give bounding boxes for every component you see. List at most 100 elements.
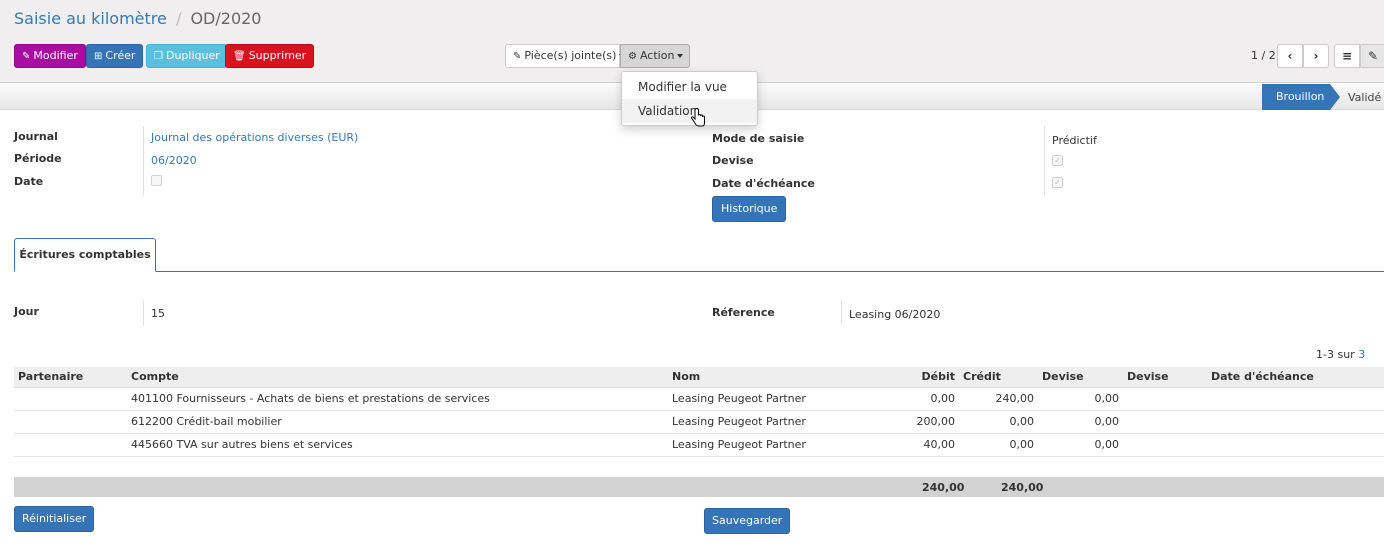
attachments-label: Pièce(s) jointe(s) [524,49,617,62]
cell-credit[interactable]: 0,00 [959,410,1038,434]
periode-value[interactable]: 06/2020 [151,154,197,167]
cell-date-echeance[interactable] [1207,433,1384,457]
cell-devise[interactable]: 0,00 [1038,387,1123,411]
date-label: Date [14,175,44,188]
table-header-row: Partenaire Compte Nom Débit Crédit Devis… [14,367,1384,388]
table-row[interactable]: 445660 TVA sur autres biens et services … [14,433,1384,457]
breadcrumb: Saisie au kilomètre / OD/2020 [14,9,261,28]
journal-label: Journal [14,130,58,143]
table-row[interactable]: 401100 Fournisseurs - Achats de biens et… [14,387,1384,411]
jour-value[interactable]: 15 [151,307,165,320]
date-checkbox[interactable] [151,175,162,186]
supprimer-button[interactable]: 🗑 Supprimer [225,44,315,68]
creer-button[interactable]: ⊞ Créer [86,44,144,68]
column-header-credit[interactable]: Crédit [959,367,1038,388]
total-debit: 240,00 [922,481,965,494]
status-valide[interactable]: Validé [1348,91,1381,104]
field-divider [143,300,144,326]
action-label: Action [639,49,675,62]
tab-ecritures-comptables[interactable]: Écritures comptables [14,238,156,272]
trash-icon: 🗑 [233,51,246,62]
cell-nom[interactable]: Leasing Peugeot Partner [668,387,886,411]
devise-checkbox[interactable]: ✓ [1052,155,1063,166]
cell-devise-2[interactable] [1123,433,1207,457]
cell-credit[interactable]: 240,00 [959,387,1038,411]
column-header-partenaire[interactable]: Partenaire [14,367,127,388]
breadcrumb-parent[interactable]: Saisie au kilomètre [14,9,167,28]
mode-value: Prédictif [1052,134,1097,147]
status-brouillon[interactable]: Brouillon [1262,84,1330,110]
edit-icon: ✎ [22,51,31,62]
creer-label: Créer [105,49,136,62]
pager-previous-button[interactable]: ‹ [1277,44,1303,68]
column-header-date-echeance[interactable]: Date d'échéance [1207,367,1384,388]
status-arrow [1330,84,1340,110]
cell-devise[interactable]: 0,00 [1038,433,1123,457]
chevron-right-icon: › [1313,49,1319,63]
list-pager: 1-3 sur 3 [1316,348,1365,361]
sauvegarder-button[interactable]: Sauvegarder [704,508,791,534]
cell-date-echeance[interactable] [1207,387,1384,411]
periode-label: Période [14,152,62,165]
form-view-icon: ✎ [1367,49,1379,63]
field-divider [1044,126,1045,196]
cell-devise-2[interactable] [1123,387,1207,411]
cell-devise-2[interactable] [1123,410,1207,434]
plus-square-icon: ⊞ [94,51,103,62]
dupliquer-button[interactable]: ❐ Dupliquer [146,44,228,68]
historique-button[interactable]: Historique [712,196,787,222]
cell-compte[interactable]: 401100 Fournisseurs - Achats de biens et… [127,387,668,411]
supprimer-label: Supprimer [248,49,307,62]
list-pager-total[interactable]: 3 [1358,348,1365,361]
modifier-label: Modifier [33,49,78,62]
paperclip-icon: ✎ [513,51,522,62]
cell-debit[interactable]: 40,00 [886,433,959,457]
reference-value[interactable]: Leasing 06/2020 [849,308,940,321]
mode-label: Mode de saisie [712,132,805,145]
cell-debit[interactable]: 200,00 [886,410,959,434]
cell-partenaire[interactable] [14,387,127,411]
cell-compte[interactable]: 445660 TVA sur autres biens et services [127,433,668,457]
reinitialiser-button[interactable]: Réinitialiser [14,506,95,532]
list-view-icon: ≡ [1341,49,1353,63]
field-divider [841,300,842,326]
cell-devise[interactable]: 0,00 [1038,410,1123,434]
list-view-button[interactable]: ≡ [1334,44,1360,68]
cell-compte[interactable]: 612200 Crédit-bail mobilier [127,410,668,434]
chevron-left-icon: ‹ [1287,49,1293,63]
form-view-button[interactable]: ✎ [1360,44,1384,68]
cell-nom[interactable]: Leasing Peugeot Partner [668,410,886,434]
modifier-button[interactable]: ✎ Modifier [14,44,86,68]
column-header-compte[interactable]: Compte [127,367,668,388]
column-header-devise-2[interactable]: Devise [1123,367,1207,388]
pager-value[interactable]: 1 / 2 [1251,49,1276,62]
pager-next-button[interactable]: › [1303,44,1329,68]
breadcrumb-separator: / [175,9,182,28]
gear-icon: ⚙ [628,51,637,62]
menu-item-modifier-la-vue[interactable]: Modifier la vue [622,75,757,99]
devise-label: Devise [712,154,754,167]
caret-down-icon [677,54,684,58]
hand-cursor-icon [690,108,705,127]
journal-value[interactable]: Journal des opérations diverses (EUR) [151,131,358,144]
dupliquer-label: Dupliquer [165,49,220,62]
table-row[interactable]: 612200 Crédit-bail mobilier Leasing Peug… [14,410,1384,434]
total-credit: 240,00 [1001,481,1044,494]
attachments-button[interactable]: ✎ Pièce(s) jointe(s) [505,44,626,68]
column-header-devise[interactable]: Devise [1038,367,1123,388]
jour-label: Jour [14,305,39,318]
column-header-debit[interactable]: Débit [886,367,959,388]
cell-date-echeance[interactable] [1207,410,1384,434]
cell-partenaire[interactable] [14,410,127,434]
column-header-nom[interactable]: Nom [668,367,886,388]
ecritures-table: Partenaire Compte Nom Débit Crédit Devis… [14,367,1384,457]
cell-debit[interactable]: 0,00 [886,387,959,411]
cell-credit[interactable]: 0,00 [959,433,1038,457]
echeance-checkbox[interactable]: ✓ [1052,177,1063,188]
field-divider [143,126,144,196]
cell-nom[interactable]: Leasing Peugeot Partner [668,433,886,457]
copy-icon: ❐ [154,51,163,62]
action-button[interactable]: ⚙ Action [620,44,690,68]
reference-label: Réference [712,306,775,319]
cell-partenaire[interactable] [14,433,127,457]
